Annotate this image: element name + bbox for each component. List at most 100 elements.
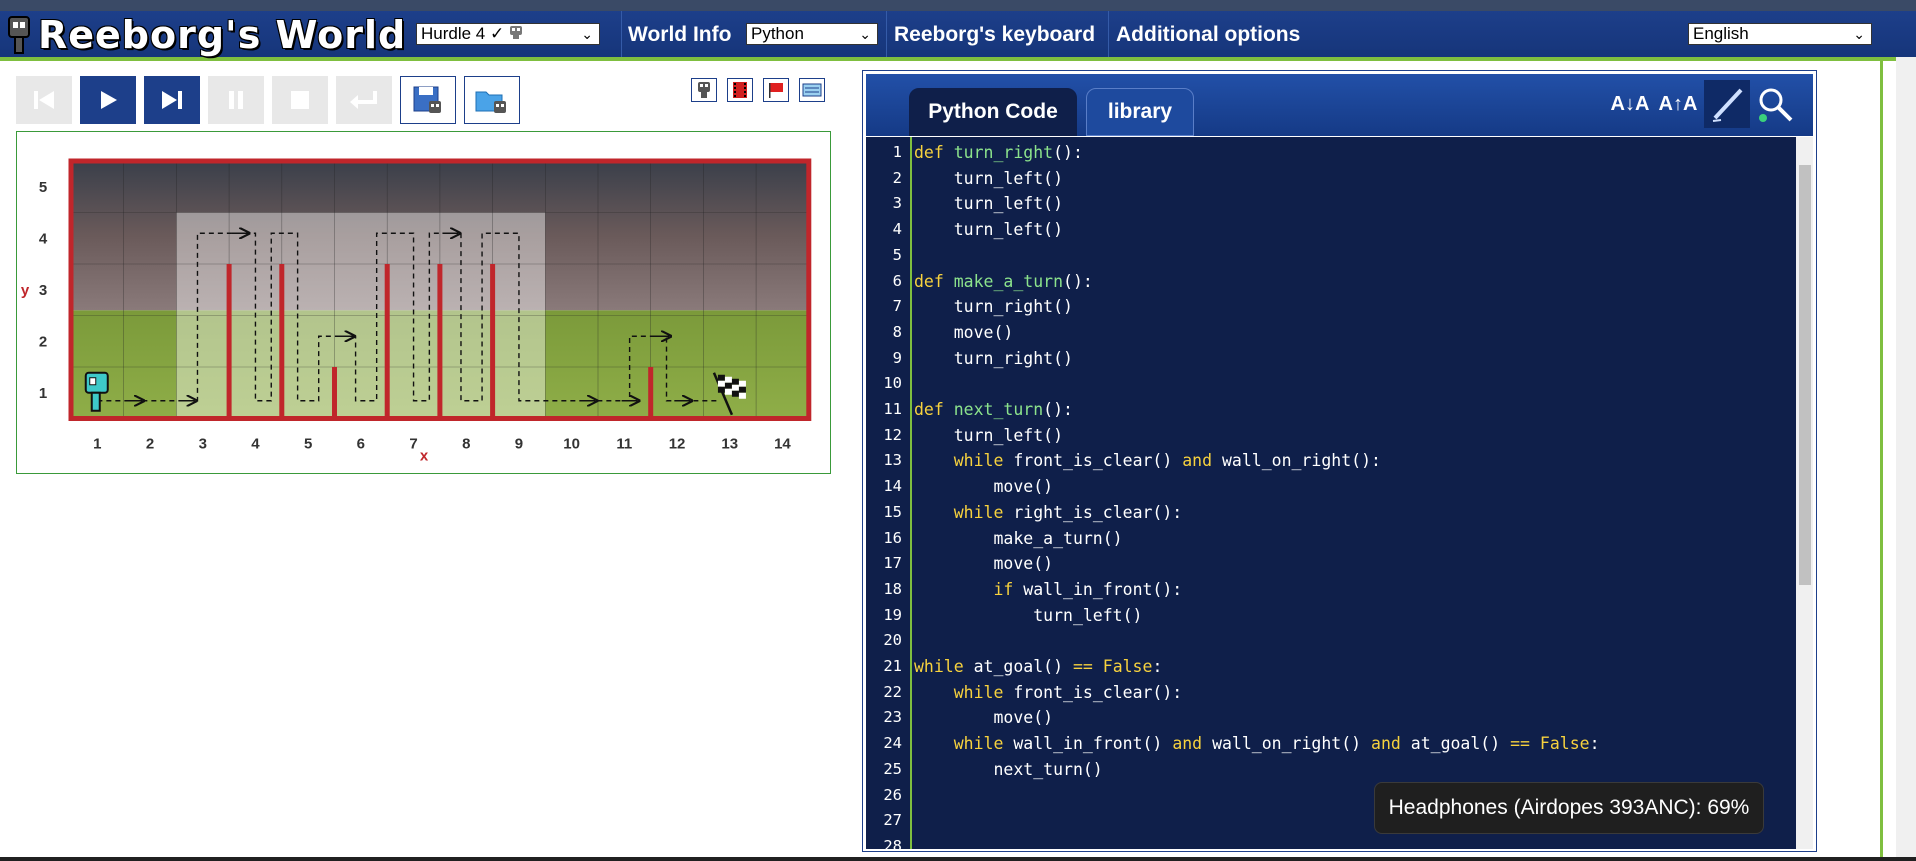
language-select-value: Python [751, 24, 804, 43]
code-line[interactable]: 19 turn_left() [866, 603, 1806, 629]
x-tick-label: 7 [409, 436, 417, 453]
code-text: move() [914, 320, 1014, 346]
inspect-button[interactable] [1752, 80, 1798, 128]
code-line[interactable]: 6 def make_a_turn(): [866, 269, 1806, 295]
line-number: 28 [883, 836, 902, 849]
tab-library[interactable]: library [1086, 88, 1194, 136]
flag-checker [724, 382, 732, 389]
code-token: if [993, 579, 1024, 599]
code-line[interactable]: 5 [866, 243, 1806, 269]
step-button[interactable] [144, 76, 200, 124]
reeborg-keyboard-button[interactable]: Reeborg's keyboard [894, 23, 1095, 47]
code-token: make_a_turn [953, 271, 1064, 291]
code-token: and [1172, 734, 1213, 754]
robot-tool-button[interactable] [691, 78, 717, 102]
return-button[interactable] [336, 76, 392, 124]
world-select-value: Hurdle 4 ✓ [421, 24, 505, 43]
world-panel: 1 2 3 4 5 6 7 8 9 10 11 12 13 14 1 2 3 4 5 x y [16, 131, 831, 474]
taskbar-edge [0, 857, 1916, 861]
world-select[interactable]: Hurdle 4 ✓ ⌄ [416, 23, 600, 45]
code-token: move() [914, 322, 1014, 342]
world-edit-tool-button[interactable] [799, 78, 825, 102]
code-line[interactable]: 17 move() [866, 551, 1806, 577]
x-tick-label: 1 [93, 436, 101, 453]
code-token: turn_left() [914, 605, 1143, 625]
editor-header: Python Code library A↓A A↑A [866, 74, 1813, 136]
code-line[interactable]: 15 while right_is_clear(): [866, 500, 1806, 526]
code-line[interactable]: 23 move() [866, 705, 1806, 731]
decrease-font-button[interactable]: A↓A [1607, 80, 1653, 128]
code-token: while [953, 502, 1014, 522]
code-token: front_is_clear(): [1013, 682, 1183, 702]
save-button[interactable] [400, 76, 456, 124]
line-number: 6 [892, 271, 902, 290]
code-line[interactable]: 4 turn_left() [866, 217, 1806, 243]
reload-button[interactable] [16, 76, 72, 124]
code-line[interactable]: 16 make_a_turn() [866, 526, 1806, 552]
line-number: 23 [883, 708, 902, 727]
code-line[interactable]: 8 move() [866, 320, 1806, 346]
code-line[interactable]: 14 move() [866, 474, 1806, 500]
code-line[interactable]: 3 turn_left() [866, 191, 1806, 217]
code-token: at_goal() [973, 657, 1073, 676]
code-text: turn_left() [914, 423, 1063, 449]
language-select[interactable]: Python ⌄ [746, 23, 878, 45]
step-icon [162, 91, 182, 109]
page-scrollbar[interactable] [1896, 57, 1916, 857]
open-button[interactable] [464, 76, 520, 124]
run-button[interactable] [80, 76, 136, 124]
code-line[interactable]: 24 while wall_in_front() and wall_on_rig… [866, 731, 1806, 757]
code-area[interactable]: 1 def turn_right(): 2 turn_left() 3 turn_le… [866, 137, 1813, 849]
code-line[interactable]: 11 def next_turn(): [866, 397, 1806, 423]
x-tick-label: 11 [616, 436, 632, 453]
code-line[interactable]: 7 turn_right() [866, 294, 1806, 320]
code-line[interactable]: 22 while front_is_clear(): [866, 680, 1806, 706]
code-text: turn_right() [914, 294, 1073, 320]
line-number: 7 [892, 297, 902, 316]
flag-checker [731, 378, 739, 385]
code-line[interactable]: 21 while at_goal() == False: [866, 654, 1806, 680]
highlight-button[interactable] [1704, 80, 1750, 128]
code-line[interactable]: 13 while front_is_clear() and wall_on_ri… [866, 448, 1806, 474]
line-number: 5 [892, 245, 902, 264]
code-text: move() [914, 474, 1053, 500]
code-text: if wall_in_front(): [914, 577, 1182, 603]
flag-tool-button[interactable] [763, 78, 789, 102]
code-line[interactable]: 28 [866, 834, 1806, 849]
y-axis-label: y [21, 282, 30, 299]
code-token: wall_on_right(): [1222, 451, 1381, 471]
code-token: : [1589, 734, 1600, 754]
code-line[interactable]: 10 [866, 371, 1806, 397]
ui-language-select[interactable]: English ⌄ [1688, 23, 1872, 45]
line-number: 11 [883, 400, 902, 418]
code-token: while [953, 734, 1014, 754]
flag-checker [738, 380, 746, 387]
stop-button[interactable] [272, 76, 328, 124]
y-tick-label: 3 [39, 282, 47, 299]
app-title: Reeborg's World [38, 13, 407, 57]
increase-font-button[interactable]: A↑A [1655, 80, 1701, 128]
world-grid[interactable]: 1 2 3 4 5 6 7 8 9 10 11 12 13 1412345xy [17, 132, 830, 473]
code-line[interactable]: 18 if wall_in_front(): [866, 577, 1806, 603]
code-line[interactable]: 20 [866, 628, 1806, 654]
robot-head [84, 371, 109, 394]
pause-button[interactable] [208, 76, 264, 124]
code-text: turn_right() [914, 346, 1073, 372]
code-token: and [1371, 734, 1411, 754]
additional-options-button[interactable]: Additional options [1116, 23, 1300, 47]
code-line[interactable]: 2 turn_left() [866, 166, 1806, 192]
tab-python-code[interactable]: Python Code [909, 88, 1077, 136]
film-tool-button[interactable] [727, 78, 753, 102]
flag-checker [738, 386, 746, 393]
line-number: 9 [892, 348, 902, 367]
world-edit-icon [802, 83, 822, 97]
code-token: at_goal() [1410, 734, 1511, 754]
code-line[interactable]: 1 def turn_right(): [866, 140, 1806, 166]
line-number: 15 [883, 502, 902, 521]
code-text: turn_left() [914, 166, 1063, 192]
code-line[interactable]: 25 next_turn() [866, 757, 1806, 783]
code-line[interactable]: 9 turn_right() [866, 346, 1806, 372]
code-line[interactable]: 12 turn_left() [866, 423, 1806, 449]
world-info-button[interactable]: World Info [628, 23, 731, 47]
